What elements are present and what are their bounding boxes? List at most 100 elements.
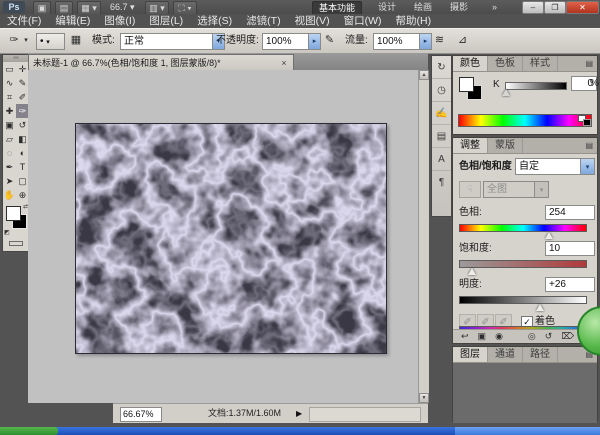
launch-bridge-icon[interactable]: ▣ [33, 1, 51, 15]
brush-preset-picker[interactable]: • ▾ [36, 33, 65, 50]
reset-icon[interactable]: ↺ [545, 331, 553, 342]
minimize-button[interactable]: – [522, 1, 544, 14]
current-tool-icon[interactable]: ✑ [5, 32, 23, 49]
tablet-pressure-icon[interactable]: ⊿ [455, 32, 470, 49]
hue-slider[interactable] [459, 224, 587, 232]
workspace-essentials[interactable]: 基本功能 [312, 1, 362, 15]
tab-styles[interactable]: 样式 [523, 56, 558, 71]
tool-preset-chevron-icon[interactable]: ▾ [22, 32, 30, 49]
menu-select[interactable]: 选择(S) [190, 14, 239, 28]
lasso-tool[interactable]: ∿ [3, 76, 16, 90]
toggle-brush-panel-icon[interactable]: ▦ [68, 32, 84, 49]
workspace-overflow-icon[interactable]: » [486, 1, 503, 13]
clip-to-layer-icon[interactable]: ▣ [478, 331, 487, 342]
document-tab[interactable]: 未标题-1 @ 66.7%(色相/饱和度 1, 图层蒙版/8)* × [28, 54, 294, 71]
path-selection-tool[interactable]: ➤ [3, 174, 16, 188]
opacity-field[interactable]: 100% ▸ [262, 33, 321, 50]
status-zoom-field[interactable]: 66.67% [120, 407, 162, 422]
foreground-color-swatch[interactable] [459, 77, 474, 92]
status-options-icon[interactable]: ▶ [296, 407, 302, 420]
view-previous-state-icon[interactable]: ◎ [528, 331, 536, 342]
vertical-scrollbar[interactable]: ▲ ▼ [418, 70, 429, 403]
zoom-level-control[interactable]: 66.7 ▾ [110, 1, 135, 13]
menu-window[interactable]: 窗口(W) [337, 14, 389, 28]
return-to-adjustment-list-icon[interactable]: ↩ [461, 331, 469, 342]
start-button[interactable] [0, 427, 58, 435]
hand-tool[interactable]: ✋ [3, 188, 16, 202]
menu-file[interactable]: 文件(F) [0, 14, 48, 28]
windows-taskbar [0, 427, 600, 435]
restore-button[interactable]: ❐ [544, 1, 566, 14]
preset-select[interactable]: 自定 ▾ [515, 158, 595, 175]
spinner-icon[interactable]: ▸ [419, 34, 431, 49]
scroll-up-icon[interactable]: ▲ [419, 70, 429, 80]
airbrush-icon[interactable]: ≋ [432, 32, 447, 49]
scroll-down-icon[interactable]: ▼ [419, 393, 429, 403]
menu-edit[interactable]: 编辑(E) [48, 14, 97, 28]
animation-panel-icon[interactable]: ◷ [432, 79, 451, 102]
healing-brush-tool[interactable]: ✚ [3, 104, 16, 118]
launch-mini-bridge-icon[interactable]: ▤ [55, 1, 73, 15]
paragraph-panel-icon[interactable]: ¶ [432, 171, 451, 193]
saturation-slider[interactable] [459, 260, 587, 268]
workspace-painting[interactable]: 绘画 [408, 1, 438, 13]
default-colors-icon[interactable]: ◩ [4, 229, 10, 236]
screen-mode-icon[interactable]: ⛶ ▾ [173, 1, 197, 15]
blur-tool[interactable]: ◌ [3, 146, 16, 160]
hue-slider-thumb[interactable] [545, 232, 553, 239]
k-slider-thumb[interactable] [502, 89, 510, 96]
spectrum-black-swatch[interactable] [583, 119, 591, 126]
view-extras-icon[interactable]: ▦ ▾ [77, 1, 101, 15]
workspace-design[interactable]: 设计 [372, 1, 402, 13]
character-panel-icon[interactable]: A [432, 148, 451, 171]
tab-color[interactable]: 颜色 [453, 56, 488, 71]
targeted-adjustment-icon[interactable]: ☟ [459, 181, 481, 198]
lightness-slider-thumb[interactable] [536, 304, 544, 311]
tab-channels[interactable]: 通道 [488, 347, 523, 362]
flow-field[interactable]: 100% ▸ [373, 33, 432, 50]
rectangular-marquee-tool[interactable]: ▭ [3, 62, 16, 76]
history-panel-icon[interactable]: ↻ [432, 56, 451, 79]
tab-close-icon[interactable]: × [279, 55, 289, 71]
saturation-field[interactable]: 10 [545, 241, 595, 256]
foreground-color-swatch[interactable] [6, 206, 21, 221]
toolbox-collapse-icon[interactable]: «« [3, 55, 29, 62]
lightness-slider[interactable] [459, 296, 587, 304]
pen-tool[interactable]: ✒ [3, 160, 16, 174]
taskbar-item[interactable] [455, 427, 600, 435]
close-button[interactable]: ✕ [566, 1, 599, 14]
tab-masks[interactable]: 蒙版 [488, 138, 523, 153]
tab-paths[interactable]: 路径 [523, 347, 558, 362]
canvas[interactable] [75, 123, 387, 354]
delete-adjustment-icon[interactable]: ⌦ [561, 331, 574, 342]
arrange-documents-icon[interactable]: ▥ ▾ [145, 1, 169, 15]
brush-presets-panel-icon[interactable]: ✍ [432, 102, 451, 125]
eraser-tool[interactable]: ▱ [3, 132, 16, 146]
menu-filter[interactable]: 滤镜(T) [239, 14, 287, 28]
panel-menu-icon[interactable]: ▤ [581, 56, 597, 71]
crop-tool[interactable]: ⌗ [3, 90, 16, 104]
saturation-slider-thumb[interactable] [468, 268, 476, 275]
tab-adjustments[interactable]: 调整 [453, 138, 488, 153]
menu-help[interactable]: 帮助(H) [389, 14, 439, 28]
workspace-photography[interactable]: 摄影 [444, 1, 474, 13]
opacity-pressure-icon[interactable]: ✎ [322, 32, 337, 49]
channel-select[interactable]: 全图 ▾ [483, 181, 549, 198]
spinner-icon[interactable]: ▸ [308, 34, 320, 49]
hue-field[interactable]: 254 [545, 205, 595, 220]
panel-menu-icon[interactable]: ▤ [581, 138, 597, 153]
lightness-field[interactable]: +26 [545, 277, 595, 292]
menu-view[interactable]: 视图(V) [288, 14, 337, 28]
tab-layers[interactable]: 图层 [453, 347, 488, 362]
toggle-visibility-icon[interactable]: ◉ [495, 331, 503, 342]
k-channel-slider[interactable] [505, 82, 567, 90]
clone-stamp-tool[interactable]: ▣ [3, 118, 16, 132]
quick-mask-mode-icon[interactable] [9, 241, 23, 246]
menu-layer[interactable]: 图层(L) [142, 14, 190, 28]
clone-source-panel-icon[interactable]: ▤ [432, 125, 451, 148]
menu-image[interactable]: 图像(I) [97, 14, 142, 28]
tab-swatches[interactable]: 色板 [488, 56, 523, 71]
pasteboard[interactable] [28, 70, 418, 403]
color-spectrum-ramp[interactable] [458, 114, 592, 127]
blend-mode-select[interactable]: 正常 ▾ [120, 33, 225, 50]
